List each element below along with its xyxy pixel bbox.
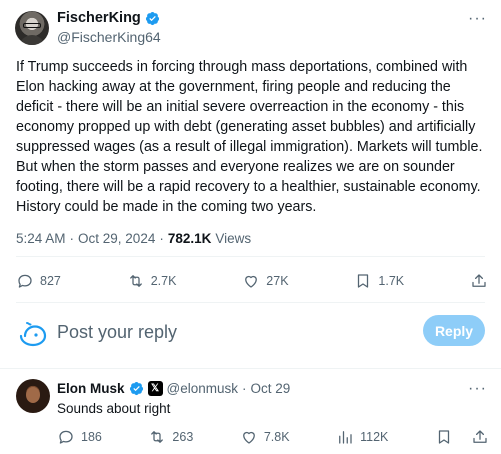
author-name[interactable]: FischerKing [57,10,141,26]
author-handle[interactable]: @FischerKing64 [57,29,161,45]
views-count: 112K [360,430,389,444]
reply-count: 827 [40,274,61,288]
like-count: 27K [266,274,289,288]
reply-action-bar: 186 263 7.8K 112K [57,428,489,446]
reply-icon [18,274,32,288]
tweet-text: If Trump succeeds in forcing through mas… [16,59,483,215]
meta-dot: · [242,381,247,396]
like-count: 7.8K [263,430,290,444]
reply-count: 186 [81,430,102,444]
tweet-date[interactable]: Oct 29, 2024 [78,231,155,246]
action-bar: 827 2.7K 27K 1.7K [16,266,488,296]
reply-tweet: Elon Musk 𝕏 @elonmusk · Oct 29 ··· Sound… [0,371,501,454]
repost-icon [129,275,142,287]
share-icon [472,274,486,287]
divider [16,302,485,303]
reply-button[interactable]: 186 [57,428,102,446]
repost-icon [151,431,164,443]
reply-date[interactable]: Oct 29 [251,381,291,396]
reply-icon [59,430,73,444]
affiliate-x-icon: 𝕏 [147,381,163,396]
more-icon[interactable]: ··· [468,380,487,398]
compose-bubble-icon [19,322,47,347]
like-icon [245,275,258,288]
views-label: Views [215,231,252,246]
meta-dot: · [69,231,75,246]
reply-submit-button[interactable]: Reply [423,315,485,346]
share-button[interactable] [471,428,489,446]
views-button[interactable]: 112K [336,428,388,446]
reply-author-row: Elon Musk 𝕏 @elonmusk · Oct 29 [57,381,290,396]
bookmark-button[interactable] [435,428,453,446]
views-icon [339,431,352,444]
views-count: 782.1K [167,231,212,246]
bookmark-icon [358,274,369,288]
bookmark-button[interactable]: 1.7K [354,272,404,290]
verified-badge-icon [145,11,159,25]
tweet-time[interactable]: 5:24 AM [16,231,66,246]
meta-dot: · [159,231,164,246]
bookmark-count: 1.7K [378,274,405,288]
divider [0,368,501,369]
repost-button[interactable]: 2.7K [127,272,177,290]
reply-author-name[interactable]: Elon Musk [57,381,125,396]
like-button[interactable]: 7.8K [240,428,290,446]
repost-button[interactable]: 263 [148,428,193,446]
reply-button[interactable]: 827 [16,272,61,290]
bookmark-icon [438,430,450,444]
repost-count: 2.7K [150,274,177,288]
author-row: FischerKing [57,10,160,26]
divider [16,256,485,257]
repost-count: 263 [172,430,194,444]
reply-input[interactable]: Post your reply [57,322,177,343]
like-button[interactable]: 27K [242,272,289,290]
main-tweet: FischerKing @FischerKing64 ··· If Trump … [0,0,501,303]
tweet-meta: 5:24 AM · Oct 29, 2024 · 782.1K Views [16,231,251,246]
reply-extra-actions [435,428,489,446]
avatar[interactable] [15,11,49,45]
avatar[interactable] [16,379,50,413]
verified-badge-icon [129,381,143,396]
reply-text: Sounds about right [57,401,171,416]
more-icon[interactable]: ··· [468,10,487,28]
reply-composer: Post your reply Reply [0,304,501,359]
share-button[interactable] [470,272,488,290]
reply-author-handle[interactable]: @elonmusk [167,381,238,396]
share-icon [473,430,487,443]
like-icon [242,431,255,444]
